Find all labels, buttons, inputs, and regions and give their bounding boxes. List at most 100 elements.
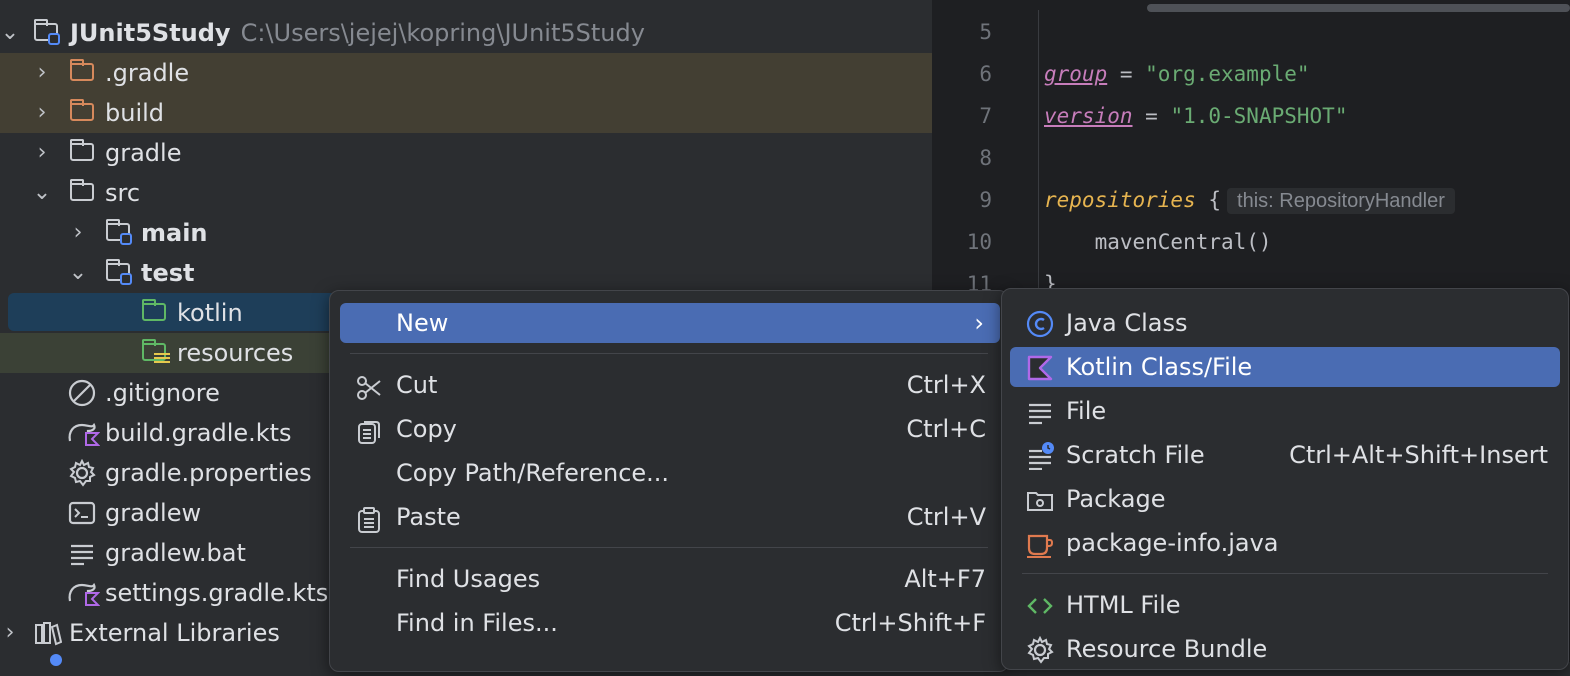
menu-item-find-in-files[interactable]: Find in Files... Ctrl+Shift+F xyxy=(340,603,1000,643)
menu-separator xyxy=(350,353,988,354)
code-line-group: group = "org.example" xyxy=(1044,62,1310,86)
indent-guide xyxy=(1038,10,1039,290)
chevron-right-icon[interactable]: › xyxy=(32,53,52,93)
gear-icon xyxy=(1026,635,1054,664)
menu-item-new[interactable]: New › xyxy=(340,303,1000,343)
tree-item-label: settings.gradle.kts xyxy=(105,579,329,607)
submenu-item-scratch-file[interactable]: Scratch File Ctrl+Alt+Shift+Insert xyxy=(1010,435,1560,475)
submenu-separator xyxy=(1022,573,1548,574)
horizontal-scrollbar[interactable] xyxy=(1147,4,1570,12)
test-resources-folder-icon xyxy=(142,339,170,365)
tree-item-label: resources xyxy=(177,339,294,367)
submenu-item-kotlin-class[interactable]: Kotlin Class/File xyxy=(1010,347,1560,387)
menu-item-label: Find in Files... xyxy=(396,609,558,637)
submenu-item-label: Kotlin Class/File xyxy=(1066,353,1253,381)
terminal-icon xyxy=(68,499,96,525)
code-string: "1.0-SNAPSHOT" xyxy=(1170,104,1348,128)
tree-item-src[interactable]: ⌄ src xyxy=(0,173,932,213)
module-folder-icon xyxy=(106,259,132,285)
tree-item-label: gradle.properties xyxy=(105,459,312,487)
menu-shortcut: Ctrl+Shift+F xyxy=(834,609,986,637)
chevron-right-icon: › xyxy=(974,309,984,337)
tree-item-build[interactable]: › build xyxy=(0,93,932,133)
tree-item-label: build xyxy=(105,99,165,127)
menu-separator xyxy=(350,547,988,548)
gradle-kotlin-icon xyxy=(66,419,101,446)
tree-item-main[interactable]: › main xyxy=(0,213,932,253)
chevron-down-icon[interactable]: ⌄ xyxy=(0,13,20,53)
menu-item-paste[interactable]: Paste Ctrl+V xyxy=(340,497,1000,537)
excluded-folder-icon xyxy=(70,99,96,125)
kotlin-icon xyxy=(1026,354,1054,382)
chevron-right-icon[interactable]: › xyxy=(0,613,20,653)
submenu-item-package[interactable]: Package xyxy=(1010,479,1560,519)
copy-icon xyxy=(356,417,382,444)
module-folder-icon xyxy=(34,19,60,45)
tree-item-label: src xyxy=(105,179,141,207)
menu-shortcut: Ctrl+X xyxy=(906,371,986,399)
folder-icon xyxy=(70,179,96,205)
menu-item-label: Copy Path/Reference... xyxy=(396,459,670,487)
line-number: 6 xyxy=(979,62,992,86)
text-file-icon xyxy=(1026,398,1054,426)
menu-shortcut: Alt+F7 xyxy=(904,565,986,593)
clipboard-icon xyxy=(356,505,382,533)
test-source-folder-icon xyxy=(142,299,168,325)
submenu-item-label: Scratch File xyxy=(1066,441,1205,469)
menu-shortcut: Ctrl+V xyxy=(906,503,986,531)
new-submenu: Java Class Kotlin Class/File File Scratc… xyxy=(1001,288,1569,670)
menu-item-copy-path[interactable]: Copy Path/Reference... xyxy=(340,453,1000,493)
line-number: 8 xyxy=(979,146,992,170)
ignore-file-icon xyxy=(68,379,96,407)
code-string: "org.example" xyxy=(1145,62,1310,86)
menu-item-label: Copy xyxy=(396,415,457,443)
gear-icon xyxy=(68,458,96,487)
submenu-item-label: Java Class xyxy=(1066,309,1188,337)
tree-item-label: kotlin xyxy=(177,299,243,327)
excluded-folder-icon xyxy=(70,59,96,85)
submenu-item-java-class[interactable]: Java Class xyxy=(1010,303,1560,343)
tree-item-label: build.gradle.kts xyxy=(105,419,292,447)
tree-item-test[interactable]: ⌄ test xyxy=(0,253,932,293)
tree-item-label: test xyxy=(141,259,195,287)
code-line-version: version = "1.0-SNAPSHOT" xyxy=(1044,104,1347,128)
submenu-item-html-file[interactable]: HTML File xyxy=(1010,585,1560,625)
menu-item-label: Cut xyxy=(396,371,438,399)
chevron-down-icon[interactable]: ⌄ xyxy=(32,173,52,213)
submenu-item-package-info[interactable]: package-info.java xyxy=(1010,523,1560,563)
library-icon xyxy=(34,619,63,646)
menu-shortcut: Ctrl+C xyxy=(906,415,986,443)
tree-item-label: External Libraries xyxy=(69,619,280,647)
tree-item-dot-gradle[interactable]: › .gradle xyxy=(0,53,932,93)
code-line-repositories: repositories {this: RepositoryHandler xyxy=(1044,188,1455,214)
code-operator: = xyxy=(1107,62,1146,86)
inlay-hint: this: RepositoryHandler xyxy=(1227,188,1455,214)
submenu-item-file[interactable]: File xyxy=(1010,391,1560,431)
submenu-item-label: Package xyxy=(1066,485,1166,513)
menu-item-find-usages[interactable]: Find Usages Alt+F7 xyxy=(340,559,1000,599)
tree-item-gradle[interactable]: › gradle xyxy=(0,133,932,173)
scratch-file-icon xyxy=(1026,442,1054,471)
chevron-right-icon[interactable]: › xyxy=(68,213,88,253)
submenu-item-resource-bundle[interactable]: Resource Bundle xyxy=(1010,629,1560,669)
menu-item-label: Find Usages xyxy=(396,565,541,593)
code-line-maven: mavenCentral() xyxy=(1044,230,1272,254)
chevron-right-icon[interactable]: › xyxy=(32,133,52,173)
tree-root[interactable]: ⌄ JUnit5Study C:\Users\jejej\kopring\JUni… xyxy=(0,13,932,53)
code-property: group xyxy=(1044,62,1108,86)
scratches-icon xyxy=(50,654,62,666)
menu-item-cut[interactable]: Cut Ctrl+X xyxy=(340,365,1000,405)
menu-item-copy[interactable]: Copy Ctrl+C xyxy=(340,409,1000,449)
root-name: JUnit5Study xyxy=(70,19,231,47)
line-number: 7 xyxy=(979,104,992,128)
chevron-right-icon[interactable]: › xyxy=(32,93,52,133)
chevron-down-icon[interactable]: ⌄ xyxy=(68,253,88,293)
submenu-shortcut: Ctrl+Alt+Shift+Insert xyxy=(1289,441,1548,469)
submenu-item-label: Resource Bundle xyxy=(1066,635,1268,663)
tree-item-label: gradlew.bat xyxy=(105,539,246,567)
menu-item-label: New xyxy=(396,309,449,337)
java-coffee-icon xyxy=(1026,530,1054,558)
line-number: 9 xyxy=(979,188,992,212)
tree-item-label: .gradle xyxy=(105,59,190,87)
package-icon xyxy=(1026,486,1054,514)
